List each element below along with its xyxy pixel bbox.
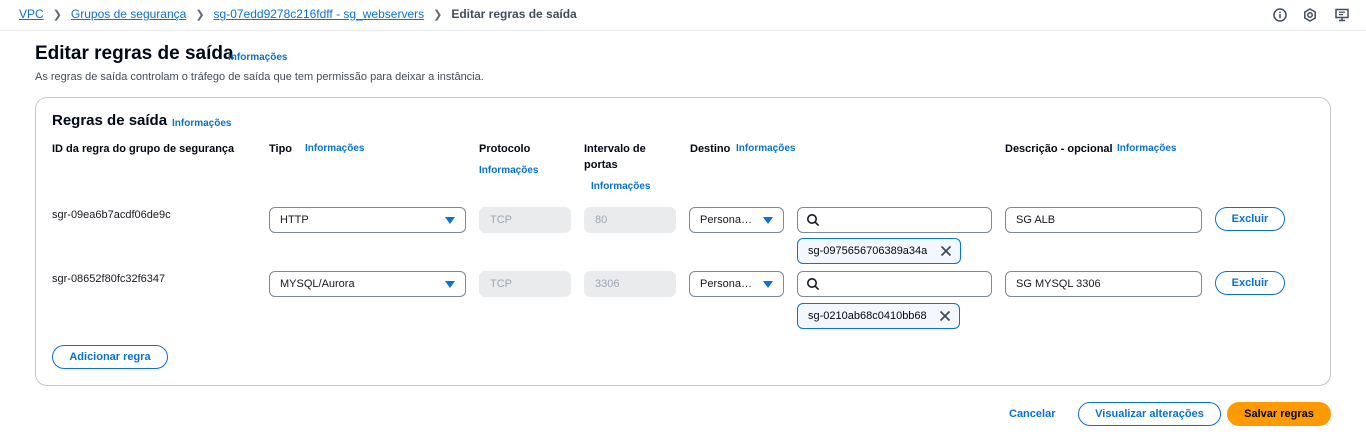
page-title: Editar regras de saída [35, 43, 234, 64]
destination-token-label: sg-0210ab68c0410bb68 [808, 310, 927, 322]
type-select[interactable]: HTTP [269, 207, 466, 233]
feedback-screen-icon[interactable] [1334, 7, 1350, 23]
destination-token-label: sg-0975656706389a34a [808, 245, 928, 257]
rule-id: sgr-08652f80fc32f6347 [52, 273, 166, 285]
destination-search-input[interactable] [797, 207, 992, 233]
port-range-field: 3306 [584, 271, 676, 297]
caret-down-icon [763, 281, 773, 288]
search-icon [807, 214, 820, 227]
top-bar: VPC ❯ Grupos de segurança ❯ sg-07edd9278… [0, 0, 1366, 31]
save-rules-button[interactable]: Salvar regras [1227, 402, 1331, 426]
type-select-value: MYSQL/Aurora [280, 278, 355, 290]
description-input[interactable]: SG MYSQL 3306 [1005, 271, 1202, 297]
breadcrumb-security-groups[interactable]: Grupos de segurança [71, 7, 186, 21]
delete-rule-button[interactable]: Excluir [1215, 207, 1285, 231]
preview-changes-button[interactable]: Visualizar alterações [1078, 402, 1221, 426]
chevron-right-icon: ❯ [52, 8, 62, 21]
destination-type-select[interactable]: Persona… [689, 207, 784, 233]
close-icon[interactable] [939, 310, 951, 322]
page-info-link[interactable]: Informações [228, 52, 287, 63]
add-rule-button[interactable]: Adicionar regra [52, 345, 168, 369]
caret-down-icon [445, 281, 455, 288]
destination-type-value: Persona… [700, 278, 752, 290]
close-icon[interactable] [940, 245, 952, 257]
column-header-rule-id: ID da regra do grupo de segurança [52, 143, 235, 155]
description-info-link[interactable]: Informações [1117, 143, 1176, 154]
caret-down-icon [445, 217, 455, 224]
column-header-destination: Destino [690, 143, 731, 155]
breadcrumb-current: Editar regras de saída [451, 7, 577, 21]
breadcrumb: VPC ❯ Grupos de segurança ❯ sg-07edd9278… [19, 7, 577, 21]
column-header-port-range-line1: Intervalo de [584, 143, 646, 155]
destination-info-link[interactable]: Informações [736, 143, 795, 154]
chevron-right-icon: ❯ [433, 8, 443, 21]
destination-token: sg-0975656706389a34a [797, 238, 961, 264]
protocol-field: TCP [479, 207, 571, 233]
column-header-type: Tipo [269, 143, 293, 155]
caret-down-icon [763, 217, 773, 224]
destination-search-input[interactable] [797, 271, 992, 297]
panel-info-link[interactable]: Informações [172, 118, 231, 129]
port-range-field: 80 [584, 207, 676, 233]
breadcrumb-vpc[interactable]: VPC [19, 7, 44, 21]
protocol-field: TCP [479, 271, 571, 297]
port-range-info-link[interactable]: Informações [591, 181, 650, 192]
protocol-info-link[interactable]: Informações [479, 165, 538, 176]
info-circle-icon[interactable] [1272, 7, 1288, 23]
type-select-value: HTTP [280, 214, 309, 226]
chevron-right-icon: ❯ [195, 8, 205, 21]
column-header-protocol: Protocolo [479, 143, 531, 155]
type-select[interactable]: MYSQL/Aurora [269, 271, 466, 297]
page-description: As regras de saída controlam o tráfego d… [35, 71, 484, 83]
column-header-port-range-line2: portas [584, 159, 618, 171]
destination-type-select[interactable]: Persona… [689, 271, 784, 297]
breadcrumb-security-group[interactable]: sg-07edd9278c216fdff - sg_webservers [214, 7, 425, 21]
rule-id: sgr-09ea6b7acdf06de9c [52, 209, 171, 221]
destination-type-value: Persona… [700, 214, 752, 226]
delete-rule-button[interactable]: Excluir [1215, 271, 1285, 295]
panel-title: Regras de saída [52, 112, 168, 129]
cancel-button[interactable]: Cancelar [1009, 408, 1055, 420]
search-icon [807, 278, 820, 291]
destination-token: sg-0210ab68c0410bb68 [797, 303, 960, 329]
settings-hexagon-icon[interactable] [1302, 7, 1318, 23]
type-info-link[interactable]: Informações [305, 143, 364, 154]
column-header-description: Descrição - opcional [1005, 143, 1113, 155]
description-input[interactable]: SG ALB [1005, 207, 1202, 233]
